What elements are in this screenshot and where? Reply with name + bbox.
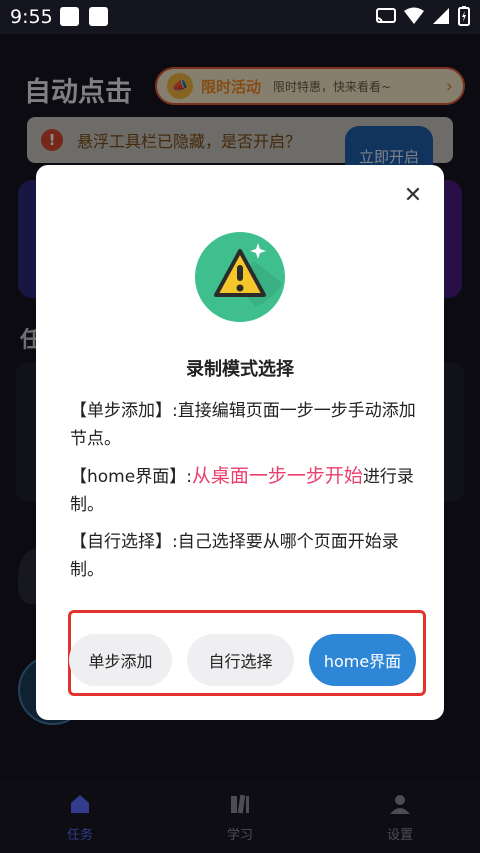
signal-icon xyxy=(433,8,449,24)
home-screen-button[interactable]: home界面 xyxy=(309,634,416,686)
mode-desc-text: 【自行选择】:自己选择要从哪个页面开始录制。 xyxy=(70,532,399,580)
warning-icon xyxy=(195,232,285,322)
notification-icon xyxy=(60,7,79,26)
notification-icon xyxy=(89,7,108,26)
mode-description: 【自行选择】:自己选择要从哪个页面开始录制。 xyxy=(70,528,418,584)
mode-description: 【单步添加】:直接编辑页面一步一步手动添加节点。 xyxy=(70,397,418,453)
dialog-title: 录制模式选择 xyxy=(186,359,294,380)
close-icon[interactable]: ✕ xyxy=(402,185,424,207)
single-step-button[interactable]: 单步添加 xyxy=(69,634,172,686)
recording-mode-dialog: ✕ 录制模式选择 【单步添加】:直接编辑页面一步一步手动添加节点。 【home界… xyxy=(36,165,444,720)
status-time: 9:55 xyxy=(10,6,53,28)
battery-icon xyxy=(458,6,470,26)
status-bar: 9:55 xyxy=(0,0,480,34)
mode-description: 【home界面】:从桌面一步一步开始进行录制。 xyxy=(70,462,418,519)
cast-icon xyxy=(376,8,396,24)
mode-desc-text: 【home界面】: xyxy=(70,467,192,487)
highlight-text: 从桌面一步一步开始 xyxy=(191,465,363,487)
mode-button-group: 单步添加 自行选择 home界面 xyxy=(68,610,426,696)
dialog-body: 【单步添加】:直接编辑页面一步一步手动添加节点。 【home界面】:从桌面一步一… xyxy=(70,397,418,593)
status-icons xyxy=(376,6,470,26)
mode-desc-text: 【单步添加】:直接编辑页面一步一步手动添加节点。 xyxy=(70,401,416,449)
wifi-icon xyxy=(404,7,424,24)
custom-select-button[interactable]: 自行选择 xyxy=(187,634,294,686)
